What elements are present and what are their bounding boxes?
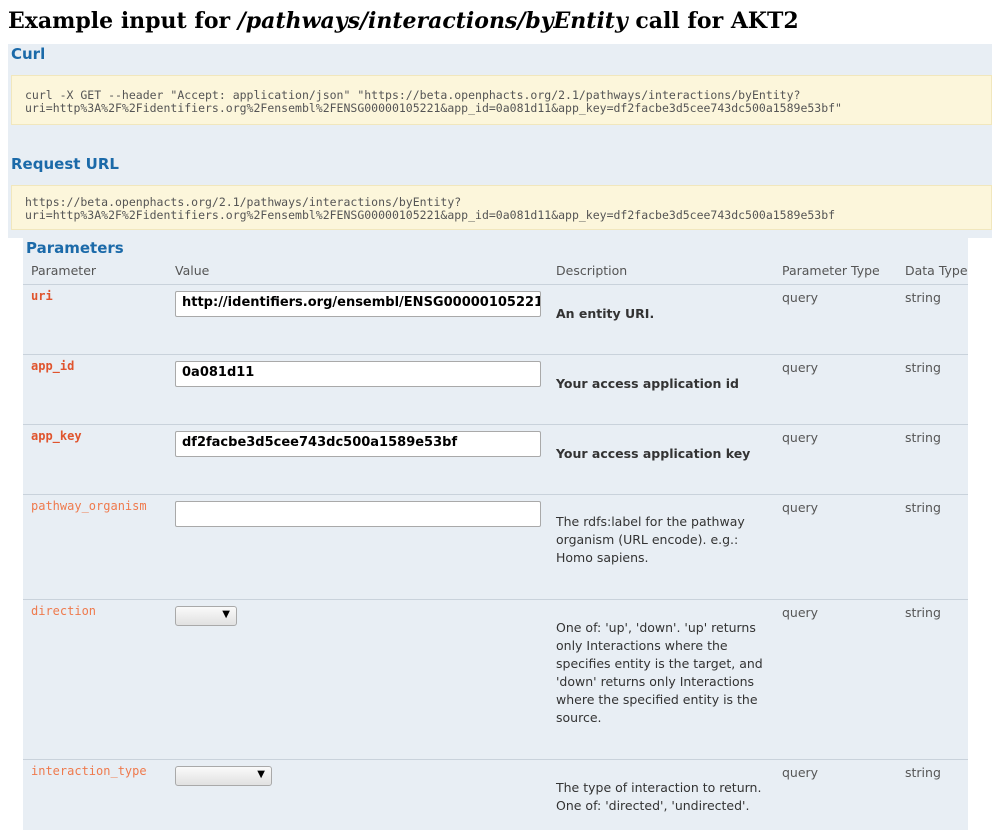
interaction-type-select[interactable]: ▼	[175, 766, 272, 786]
parameters-panel: Parameters Parameter Value Description P…	[23, 238, 968, 830]
request-url-heading: Request URL	[11, 155, 119, 173]
param-type: query	[782, 500, 819, 515]
param-name: direction	[31, 604, 97, 618]
response-panel: Curl curl -X GET --header "Accept: appli…	[8, 44, 992, 238]
direction-select[interactable]: ▼	[175, 606, 237, 626]
param-data-type: string	[905, 290, 941, 305]
param-data-type: string	[905, 360, 941, 375]
param-name: pathway_organism	[31, 499, 147, 513]
caption-endpoint-path: /pathways/interactions/byEntity	[237, 8, 628, 34]
chevron-down-icon: ▼	[222, 609, 230, 620]
param-description: The type of interaction to return. One o…	[556, 780, 762, 813]
param-data-type: string	[905, 430, 941, 445]
param-row-interaction-type: interaction_type ▼ The type of interacti…	[23, 759, 968, 830]
param-description: One of: 'up', 'down'. 'up' returns only …	[556, 620, 763, 725]
column-header-parameter-type: Parameter Type	[782, 263, 880, 278]
param-description: An entity URI.	[556, 306, 655, 321]
uri-input[interactable]: http://identifiers.org/ensembl/ENSG00000…	[175, 291, 541, 317]
parameters-heading: Parameters	[26, 239, 124, 257]
param-row-app-key: app_key df2facbe3d5cee743dc500a1589e53bf…	[23, 424, 968, 494]
param-row-pathway-organism: pathway_organism The rdfs:label for the …	[23, 494, 968, 599]
param-type: query	[782, 765, 819, 780]
param-description: The rdfs:label for the pathway organism …	[556, 514, 745, 565]
param-data-type: string	[905, 765, 941, 780]
caption-suffix: call for AKT2	[627, 8, 799, 34]
request-url-box: https://beta.openphacts.org/2.1/pathways…	[11, 185, 992, 230]
param-description: Your access application key	[556, 446, 751, 461]
column-header-parameter: Parameter	[31, 263, 97, 278]
param-name: interaction_type	[31, 764, 147, 778]
chevron-down-icon: ▼	[257, 769, 265, 780]
param-type: query	[782, 360, 819, 375]
param-type: query	[782, 430, 819, 445]
param-name: app_key	[31, 429, 82, 443]
figure-caption: Example input for /pathways/interactions…	[8, 8, 799, 34]
pathway-organism-input[interactable]	[175, 501, 541, 527]
caption-prefix: Example input for	[8, 8, 238, 34]
app-key-input[interactable]: df2facbe3d5cee743dc500a1589e53bf	[175, 431, 541, 457]
app-id-input[interactable]: 0a081d11	[175, 361, 541, 387]
param-type: query	[782, 605, 819, 620]
curl-heading: Curl	[11, 45, 46, 63]
param-row-direction: direction ▼ One of: 'up', 'down'. 'up' r…	[23, 599, 968, 759]
curl-command-box: curl -X GET --header "Accept: applicatio…	[11, 75, 992, 125]
column-header-data-type: Data Type	[905, 263, 968, 278]
column-header-description: Description	[556, 263, 628, 278]
param-type: query	[782, 290, 819, 305]
param-data-type: string	[905, 500, 941, 515]
param-row-uri: uri http://identifiers.org/ensembl/ENSG0…	[23, 284, 968, 354]
param-name: uri	[31, 289, 53, 303]
column-header-value: Value	[175, 263, 210, 278]
param-row-app-id: app_id 0a081d11 Your access application …	[23, 354, 968, 424]
param-description: Your access application id	[556, 376, 739, 391]
param-name: app_id	[31, 359, 75, 373]
param-data-type: string	[905, 605, 941, 620]
